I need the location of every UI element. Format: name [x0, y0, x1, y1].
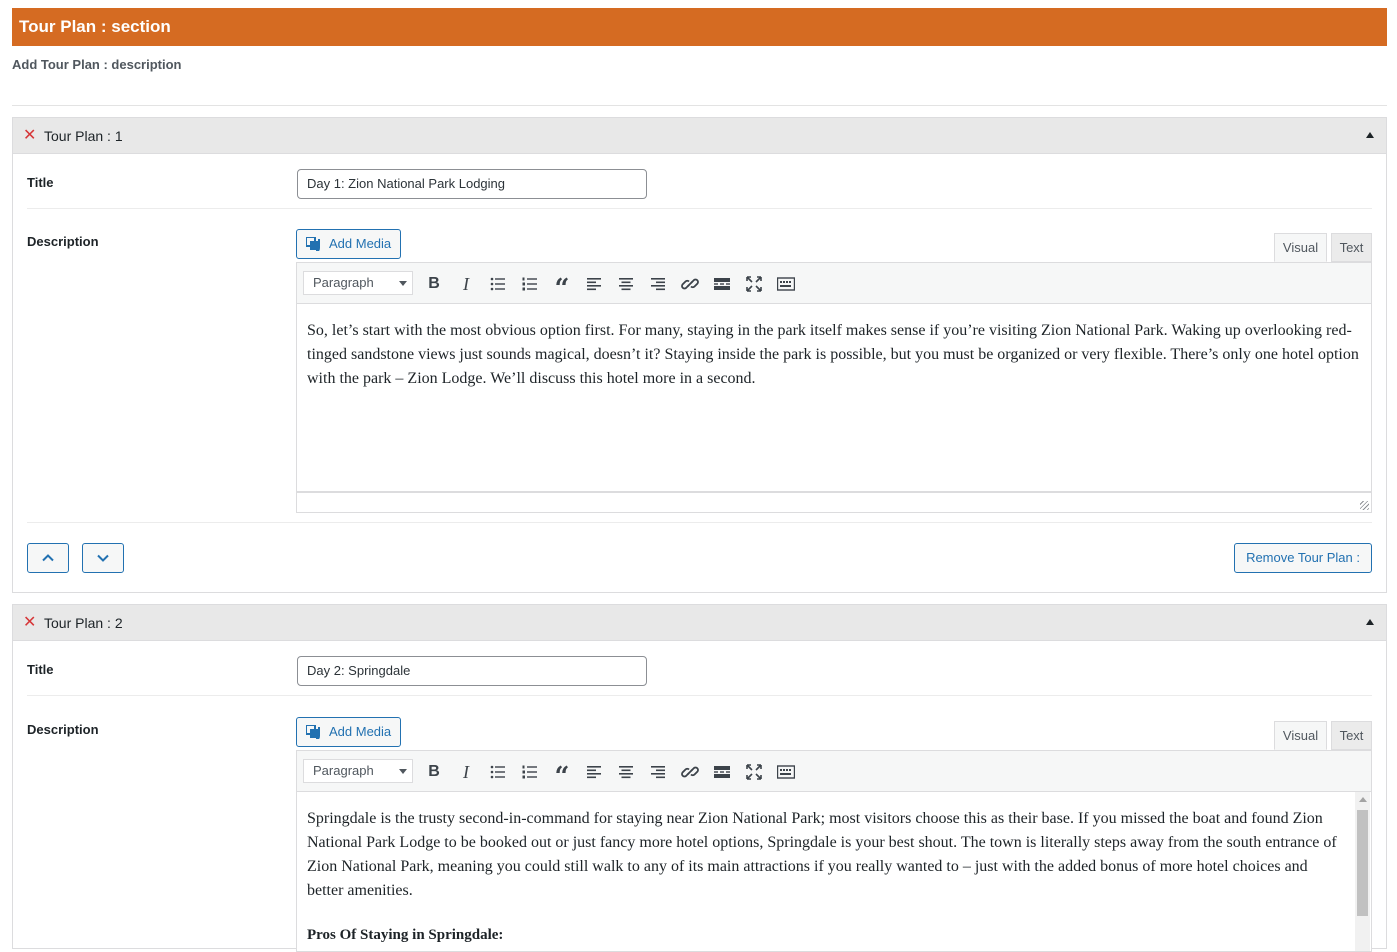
- editor-content-2[interactable]: Springdale is the trusty second-in-comma…: [296, 792, 1372, 952]
- tab-text-2[interactable]: Text: [1331, 721, 1372, 750]
- row-divider: [27, 522, 1372, 523]
- editor-toolbar-2: Paragraph B I “: [296, 750, 1372, 792]
- fullscreen-icon[interactable]: [742, 272, 766, 296]
- chevron-up-icon: [42, 554, 54, 562]
- fullscreen-icon[interactable]: [742, 760, 766, 784]
- tour-plan-panel-2: ✕ Tour Plan : 2 Title Day 2: Springdale …: [12, 604, 1387, 952]
- format-select-value: Paragraph: [313, 763, 374, 778]
- dropdown-arrow-icon: [399, 281, 407, 286]
- tour-plan-header-1[interactable]: ✕ Tour Plan : 1: [13, 118, 1386, 154]
- editor-scrollbar[interactable]: [1355, 792, 1370, 951]
- align-center-icon[interactable]: [614, 760, 638, 784]
- numbered-list-icon[interactable]: [518, 760, 542, 784]
- toolbar-toggle-icon[interactable]: [774, 760, 798, 784]
- title-input-1[interactable]: Day 1: Zion National Park Lodging: [297, 169, 647, 199]
- tour-plan-header-2[interactable]: ✕ Tour Plan : 2: [13, 605, 1386, 641]
- align-center-icon[interactable]: [614, 272, 638, 296]
- remove-x-icon[interactable]: ✕: [23, 118, 36, 154]
- move-down-button-1[interactable]: [82, 543, 124, 573]
- tab-visual-1[interactable]: Visual: [1274, 233, 1327, 262]
- row-divider: [27, 208, 1372, 209]
- read-more-icon[interactable]: [710, 760, 734, 784]
- remove-tour-plan-button-1[interactable]: Remove Tour Plan :: [1234, 543, 1372, 573]
- media-icon: [306, 725, 320, 739]
- align-left-icon[interactable]: [582, 760, 606, 784]
- resize-handle-icon[interactable]: [1360, 501, 1369, 510]
- bullet-list-icon[interactable]: [486, 272, 510, 296]
- read-more-icon[interactable]: [710, 272, 734, 296]
- bullet-list-icon[interactable]: [486, 760, 510, 784]
- editor-paragraph: Springdale is the trusty second-in-comma…: [307, 810, 1337, 899]
- numbered-list-icon[interactable]: [518, 272, 542, 296]
- italic-icon[interactable]: I: [454, 760, 478, 784]
- move-up-button-1[interactable]: [27, 543, 69, 573]
- editor-paragraph-bold: Pros Of Staying in Springdale:: [307, 927, 504, 943]
- align-right-icon[interactable]: [646, 272, 670, 296]
- toolbar-toggle-icon[interactable]: [774, 272, 798, 296]
- tour-plan-title-1: Tour Plan : 1: [44, 128, 123, 144]
- tab-visual-2[interactable]: Visual: [1274, 721, 1327, 750]
- media-icon: [306, 237, 320, 251]
- add-media-label: Add Media: [329, 724, 392, 739]
- tour-plan-title-2: Tour Plan : 2: [44, 615, 123, 631]
- dropdown-arrow-icon: [399, 769, 407, 774]
- link-icon[interactable]: [678, 272, 702, 296]
- scroll-up-arrow-icon[interactable]: [1359, 797, 1367, 802]
- description-label: Description: [27, 234, 99, 249]
- tab-text-1[interactable]: Text: [1331, 233, 1372, 262]
- scrollbar-thumb[interactable]: [1357, 810, 1368, 916]
- title-label: Title: [27, 662, 54, 677]
- blockquote-icon[interactable]: “: [550, 272, 574, 304]
- add-media-button-2[interactable]: Add Media: [296, 717, 401, 747]
- chevron-down-icon: [97, 554, 109, 562]
- row-divider: [27, 695, 1372, 696]
- section-description: Add Tour Plan : description: [12, 57, 182, 72]
- blockquote-icon[interactable]: “: [550, 760, 574, 792]
- align-right-icon[interactable]: [646, 760, 670, 784]
- format-select[interactable]: Paragraph: [303, 271, 413, 295]
- collapse-caret-icon[interactable]: [1366, 619, 1374, 625]
- format-select-value: Paragraph: [313, 275, 374, 290]
- align-left-icon[interactable]: [582, 272, 606, 296]
- collapse-caret-icon[interactable]: [1366, 132, 1374, 138]
- title-label: Title: [27, 175, 54, 190]
- add-media-label: Add Media: [329, 236, 392, 251]
- editor-toolbar-1: Paragraph B I “: [296, 262, 1372, 304]
- editor-paragraph: So, let’s start with the most obvious op…: [307, 322, 1359, 387]
- format-select[interactable]: Paragraph: [303, 759, 413, 783]
- tour-plan-panel-1: ✕ Tour Plan : 1 Title Day 1: Zion Nation…: [12, 117, 1387, 593]
- bold-icon[interactable]: B: [422, 760, 446, 784]
- title-input-2[interactable]: Day 2: Springdale: [297, 656, 647, 686]
- section-title: Tour Plan : section: [12, 8, 1387, 46]
- editor-statusbar-1: [296, 492, 1372, 513]
- italic-icon[interactable]: I: [454, 272, 478, 296]
- remove-x-icon[interactable]: ✕: [23, 605, 36, 641]
- bold-icon[interactable]: B: [422, 272, 446, 296]
- editor-content-1[interactable]: So, let’s start with the most obvious op…: [296, 304, 1372, 492]
- link-icon[interactable]: [678, 760, 702, 784]
- description-label: Description: [27, 722, 99, 737]
- add-media-button-1[interactable]: Add Media: [296, 229, 401, 259]
- divider: [12, 105, 1387, 106]
